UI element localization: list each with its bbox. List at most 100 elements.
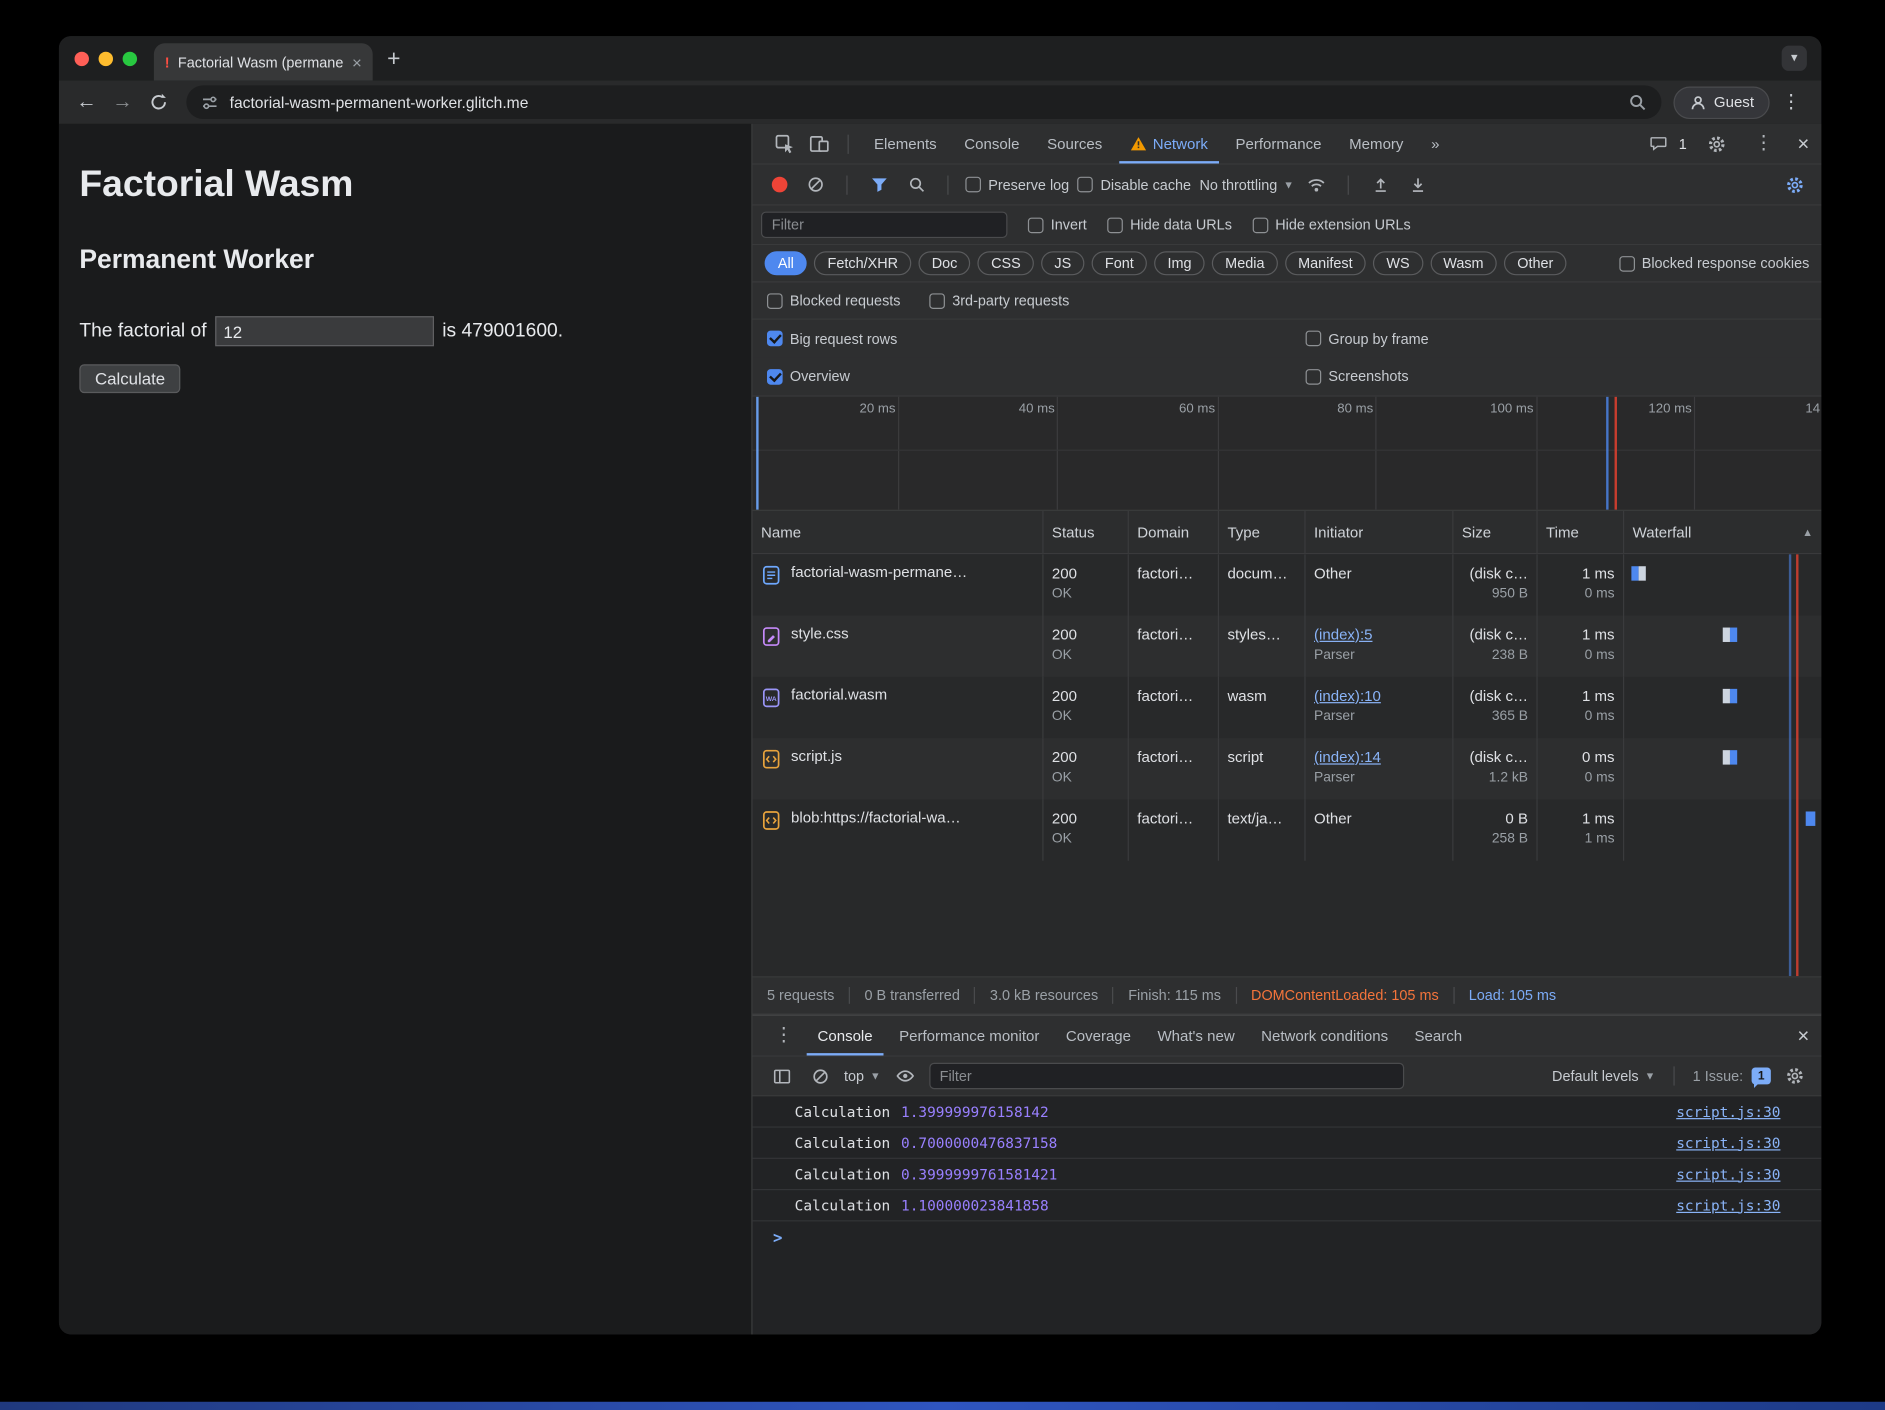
forward-button[interactable]: → [107,87,138,118]
filter-pill-wasm[interactable]: Wasm [1430,251,1497,275]
throttling-select[interactable]: No throttling ▼ [1199,176,1294,193]
record-button[interactable] [772,177,788,193]
browser-tab[interactable]: ! Factorial Wasm (permanent W × [154,43,373,80]
checkbox-icon[interactable] [1028,217,1044,233]
group-by-frame-checkbox[interactable]: Group by frame [1306,330,1822,347]
preserve-log-checkbox[interactable]: Preserve log [965,176,1069,193]
drawer-tab-coverage[interactable]: Coverage [1055,1016,1142,1056]
overview-checkbox[interactable]: Overview [767,368,1306,385]
invert-checkbox[interactable]: Invert [1028,216,1087,233]
filter-pill-img[interactable]: Img [1154,251,1205,275]
more-tabs-button[interactable]: » [1420,124,1450,164]
checkbox-icon[interactable] [1306,331,1322,347]
filter-pill-ws[interactable]: WS [1373,251,1423,275]
drawer-close-icon[interactable]: × [1797,1024,1809,1048]
console-message[interactable]: Calculation 1.399999976158142 script.js:… [753,1096,1822,1127]
zoom-icon[interactable] [1627,93,1646,112]
factorial-input[interactable] [215,316,434,346]
checkbox-checked-icon[interactable] [767,368,783,384]
console-message[interactable]: Calculation 0.7000000476837158 script.js… [753,1128,1822,1159]
network-settings-gear-icon[interactable] [1780,170,1809,199]
filter-pill-css[interactable]: CSS [978,251,1034,275]
column-header-initiator[interactable]: Initiator [1306,511,1454,553]
console-context-select[interactable]: top ▼ [844,1068,881,1085]
console-filter-input[interactable] [929,1063,1404,1089]
inspect-element-icon[interactable] [769,129,798,158]
console-message[interactable]: Calculation 0.3999999761581421 script.js… [753,1159,1822,1190]
site-settings-icon[interactable] [201,93,219,111]
drawer-menu-button[interactable]: ⋮ [767,1026,802,1045]
screenshots-checkbox[interactable]: Screenshots [1306,368,1822,385]
blocked-response-cookies-checkbox[interactable]: Blocked response cookies [1619,255,1809,272]
devtools-menu-button[interactable]: ⋮ [1747,134,1782,153]
request-initiator-link[interactable]: (index):10 [1314,685,1444,707]
hide-data-urls-checkbox[interactable]: Hide data URLs [1107,216,1232,233]
network-search-icon[interactable] [902,170,931,199]
device-toolbar-icon[interactable] [804,129,833,158]
close-window-button[interactable] [75,52,89,66]
request-initiator-link[interactable]: (index):5 [1314,624,1444,646]
network-filter-input[interactable] [761,212,1007,238]
network-overview-timeline[interactable]: 20 ms 40 ms 60 ms 80 ms 100 ms 120 ms 14 [753,397,1822,511]
tab-network[interactable]: Network [1119,124,1219,164]
reload-button[interactable] [143,87,174,118]
minimize-window-button[interactable] [99,52,113,66]
tab-search-chevron-icon[interactable]: ▾ [1782,46,1807,71]
drawer-tab-whats-new[interactable]: What's new [1147,1016,1246,1056]
devtools-close-icon[interactable]: × [1797,132,1809,156]
address-bar[interactable]: factorial-wasm-permanent-worker.glitch.m… [186,85,1661,119]
export-har-icon[interactable] [1366,170,1395,199]
column-header-name[interactable]: Name [753,511,1044,553]
console-settings-gear-icon[interactable] [1780,1062,1809,1091]
big-request-rows-checkbox[interactable]: Big request rows [767,330,1306,347]
request-row-stylesheet[interactable]: style.css 200OK factori… styles… (index)… [753,616,1822,677]
hide-extension-urls-checkbox[interactable]: Hide extension URLs [1252,216,1410,233]
request-initiator-link[interactable]: (index):14 [1314,747,1444,769]
checkbox-icon[interactable] [1078,177,1094,193]
checkbox-icon[interactable] [1107,217,1123,233]
drawer-tab-search[interactable]: Search [1404,1016,1473,1056]
checkbox-icon[interactable] [767,293,783,309]
console-prompt[interactable]: > [753,1221,1822,1247]
drawer-tab-network-conditions[interactable]: Network conditions [1250,1016,1399,1056]
import-har-icon[interactable] [1403,170,1432,199]
fullscreen-window-button[interactable] [123,52,137,66]
blocked-requests-checkbox[interactable]: Blocked requests [767,292,901,309]
tab-memory[interactable]: Memory [1338,124,1414,164]
filter-pill-font[interactable]: Font [1092,251,1147,275]
disable-cache-checkbox[interactable]: Disable cache [1078,176,1191,193]
new-tab-button[interactable]: + [373,47,401,81]
column-header-type[interactable]: Type [1219,511,1306,553]
calculate-button[interactable]: Calculate [79,364,180,393]
browser-menu-button[interactable]: ⋮ [1774,90,1809,114]
filter-toggle-icon[interactable] [864,170,893,199]
clear-network-log-button[interactable] [801,170,830,199]
filter-pill-js[interactable]: JS [1041,251,1084,275]
checkbox-checked-icon[interactable] [767,331,783,347]
console-messages-icon[interactable] [1644,129,1673,158]
drawer-tab-console[interactable]: Console [807,1016,884,1056]
tab-performance[interactable]: Performance [1225,124,1333,164]
console-levels-select[interactable]: Default levels ▼ [1552,1068,1655,1085]
tab-close-icon[interactable]: × [352,53,362,70]
console-source-link[interactable]: script.js:30 [1676,1197,1780,1214]
checkbox-icon[interactable] [929,293,945,309]
tab-sources[interactable]: Sources [1036,124,1113,164]
filter-pill-manifest[interactable]: Manifest [1285,251,1366,275]
devtools-settings-gear-icon[interactable] [1702,129,1731,158]
console-message[interactable]: Calculation 1.100000023841858 script.js:… [753,1190,1822,1221]
request-row-document[interactable]: factorial-wasm-permane… 200OK factori… d… [753,554,1822,615]
filter-pill-other[interactable]: Other [1504,251,1567,275]
tab-elements[interactable]: Elements [863,124,947,164]
drawer-tab-performance-monitor[interactable]: Performance monitor [888,1016,1050,1056]
console-sidebar-toggle-icon[interactable] [767,1062,796,1091]
profile-button[interactable]: Guest [1673,86,1770,118]
console-source-link[interactable]: script.js:30 [1676,1166,1780,1183]
column-header-size[interactable]: Size [1453,511,1537,553]
third-party-requests-checkbox[interactable]: 3rd-party requests [929,292,1069,309]
checkbox-icon[interactable] [1252,217,1268,233]
checkbox-icon[interactable] [1619,255,1635,271]
back-button[interactable]: ← [71,87,102,118]
checkbox-icon[interactable] [965,177,981,193]
filter-pill-media[interactable]: Media [1212,251,1278,275]
